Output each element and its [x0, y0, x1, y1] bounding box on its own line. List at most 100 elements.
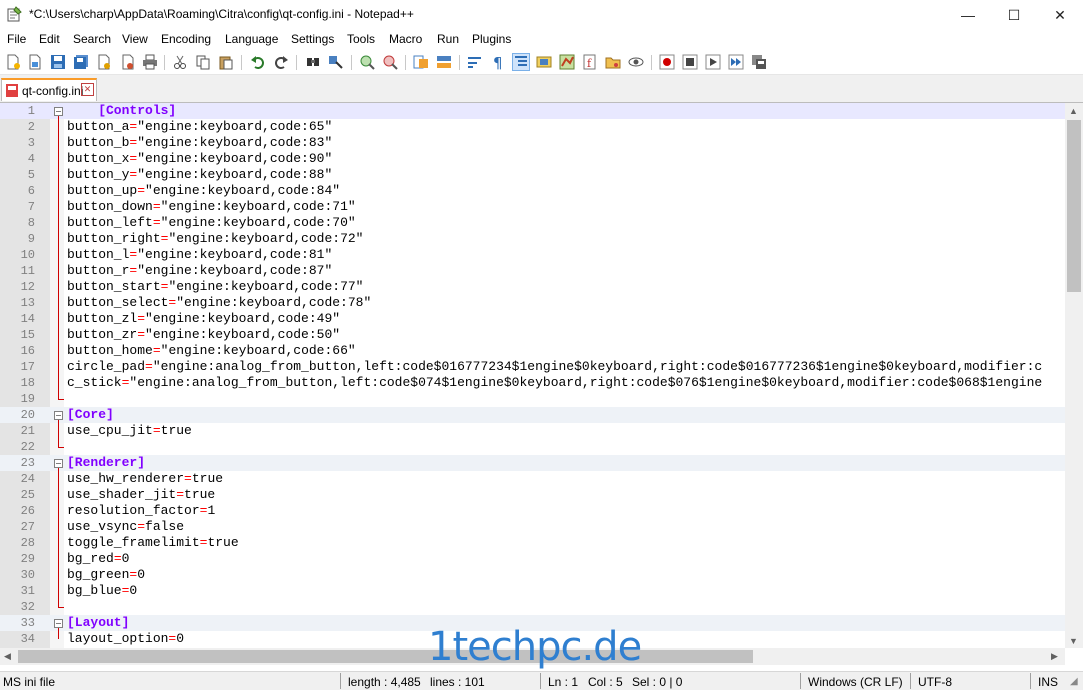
code-line[interactable]: 12 button_start="engine:keyboard,code:77" [0, 279, 1065, 295]
line-number: 30 [20, 568, 35, 582]
code-line[interactable]: 29 bg_red=0 [0, 551, 1065, 567]
key-value-line: button_a="engine:keyboard,code:65" [67, 119, 332, 135]
resize-grip-icon[interactable]: ◢ [1070, 676, 1078, 687]
save-all-icon[interactable] [73, 54, 89, 70]
open-file-icon[interactable] [27, 54, 43, 70]
code-line[interactable]: 7 button_down="engine:keyboard,code:71" [0, 199, 1065, 215]
print-icon[interactable] [142, 54, 158, 70]
code-line[interactable]: 2 button_a="engine:keyboard,code:65" [0, 119, 1065, 135]
fold-toggle-icon[interactable] [54, 619, 63, 628]
setting-value: "engine:analog_from_button,left:code$074… [129, 375, 1043, 390]
menu-encoding[interactable]: Encoding [161, 32, 211, 46]
code-line[interactable]: 9 button_right="engine:keyboard,code:72" [0, 231, 1065, 247]
status-line-number: Ln : 1 [548, 675, 579, 689]
menu-plugins[interactable]: Plugins [472, 32, 511, 46]
fold-toggle-icon[interactable] [54, 107, 63, 116]
show-all-characters-icon[interactable]: ¶ [490, 54, 506, 70]
scroll-right-arrow-icon[interactable]: ▶ [1051, 651, 1058, 662]
menu-edit[interactable]: Edit [39, 32, 60, 46]
code-line[interactable]: 30 bg_green=0 [0, 567, 1065, 583]
code-line[interactable]: 6 button_up="engine:keyboard,code:84" [0, 183, 1065, 199]
menu-run[interactable]: Run [437, 32, 459, 46]
menu-tools[interactable]: Tools [347, 32, 375, 46]
menu-file[interactable]: File [7, 32, 26, 46]
code-line[interactable]: 8 button_left="engine:keyboard,code:70" [0, 215, 1065, 231]
code-line[interactable]: 11 button_r="engine:keyboard,code:87" [0, 263, 1065, 279]
code-line[interactable]: 1 [Controls] [0, 103, 1065, 119]
minimize-button[interactable]: — [945, 0, 991, 30]
menu-settings[interactable]: Settings [291, 32, 334, 46]
replace-icon[interactable] [328, 54, 344, 70]
macro-play-icon[interactable] [705, 54, 721, 70]
indent-guide-icon[interactable] [512, 53, 530, 71]
code-line[interactable]: 21 use_cpu_jit=true [0, 423, 1065, 439]
macro-record-icon[interactable] [659, 54, 675, 70]
close-file-icon[interactable] [96, 54, 112, 70]
zoom-out-icon[interactable] [382, 54, 398, 70]
code-line[interactable]: 26 resolution_factor=1 [0, 503, 1065, 519]
sync-vertical-icon[interactable] [413, 54, 429, 70]
menu-language[interactable]: Language [225, 32, 278, 46]
line-number: 9 [27, 232, 35, 246]
cut-icon[interactable] [172, 54, 188, 70]
code-line[interactable]: 27 use_vsync=false [0, 519, 1065, 535]
code-line[interactable]: 17 circle_pad="engine:analog_from_button,… [0, 359, 1065, 375]
setting-value: 0 [129, 583, 138, 598]
sync-horizontal-icon[interactable] [436, 54, 452, 70]
function-list-icon[interactable]: f [582, 54, 598, 70]
macro-stop-icon[interactable] [682, 54, 698, 70]
close-all-icon[interactable] [119, 54, 135, 70]
document-map-icon[interactable] [559, 54, 575, 70]
code-line[interactable]: 18 c_stick="engine:analog_from_button,lef… [0, 375, 1065, 391]
word-wrap-icon[interactable] [467, 54, 483, 70]
redo-icon[interactable] [273, 54, 289, 70]
find-icon[interactable] [305, 54, 321, 70]
editor[interactable]: 1 [Controls] 2 button_a="engine:keyboard,c… [0, 103, 1065, 648]
menu-search[interactable]: Search [73, 32, 111, 46]
code-line[interactable]: 19 [0, 391, 1065, 407]
code-line[interactable]: 22 [0, 439, 1065, 455]
macro-save-icon[interactable] [751, 54, 767, 70]
user-defined-language-icon[interactable] [536, 54, 552, 70]
maximize-button[interactable]: ☐ [991, 0, 1037, 30]
monitoring-eye-icon[interactable] [628, 54, 644, 70]
code-line[interactable]: 15 button_zr="engine:keyboard,code:50" [0, 327, 1065, 343]
save-icon[interactable] [50, 54, 66, 70]
fold-toggle-icon[interactable] [54, 411, 63, 420]
key-value-line: button_x="engine:keyboard,code:90" [67, 151, 332, 167]
zoom-in-icon[interactable] [359, 54, 375, 70]
horizontal-scroll-thumb[interactable] [18, 650, 753, 663]
code-line[interactable]: 24 use_hw_renderer=true [0, 471, 1065, 487]
copy-icon[interactable] [195, 54, 211, 70]
paste-icon[interactable] [218, 54, 234, 70]
code-line[interactable]: 32 [0, 599, 1065, 615]
scroll-left-arrow-icon[interactable]: ◀ [4, 651, 11, 662]
code-line[interactable]: 5 button_y="engine:keyboard,code:88" [0, 167, 1065, 183]
menu-view[interactable]: View [122, 32, 148, 46]
new-file-icon[interactable] [5, 54, 21, 70]
vertical-scroll-thumb[interactable] [1067, 120, 1081, 292]
code-line[interactable]: 23 [Renderer] [0, 455, 1065, 471]
code-line[interactable]: 4 button_x="engine:keyboard,code:90" [0, 151, 1065, 167]
setting-key: resolution_factor [67, 503, 200, 518]
tab-qt-config[interactable]: qt-config.ini ✕ [1, 78, 97, 101]
undo-icon[interactable] [250, 54, 266, 70]
menu-macro[interactable]: Macro [389, 32, 422, 46]
code-line[interactable]: 25 use_shader_jit=true [0, 487, 1065, 503]
code-line[interactable]: 31 bg_blue=0 [0, 583, 1065, 599]
macro-run-multiple-icon[interactable] [728, 54, 744, 70]
code-line[interactable]: 13 button_select="engine:keyboard,code:78… [0, 295, 1065, 311]
code-line[interactable]: 20 [Core] [0, 407, 1065, 423]
fold-toggle-icon[interactable] [54, 459, 63, 468]
scroll-down-arrow-icon[interactable]: ▼ [1069, 636, 1078, 646]
code-line[interactable]: 16 button_home="engine:keyboard,code:66" [0, 343, 1065, 359]
code-line[interactable]: 14 button_zl="engine:keyboard,code:49" [0, 311, 1065, 327]
scroll-up-arrow-icon[interactable]: ▲ [1069, 106, 1078, 116]
code-line[interactable]: 28 toggle_framelimit=true [0, 535, 1065, 551]
code-line[interactable]: 10 button_l="engine:keyboard,code:81" [0, 247, 1065, 263]
line-number: 6 [27, 184, 35, 198]
code-line[interactable]: 3 button_b="engine:keyboard,code:83" [0, 135, 1065, 151]
folder-workspace-icon[interactable] [605, 54, 621, 70]
tab-close-icon[interactable]: ✕ [81, 83, 94, 96]
close-button[interactable]: ✕ [1037, 0, 1083, 30]
